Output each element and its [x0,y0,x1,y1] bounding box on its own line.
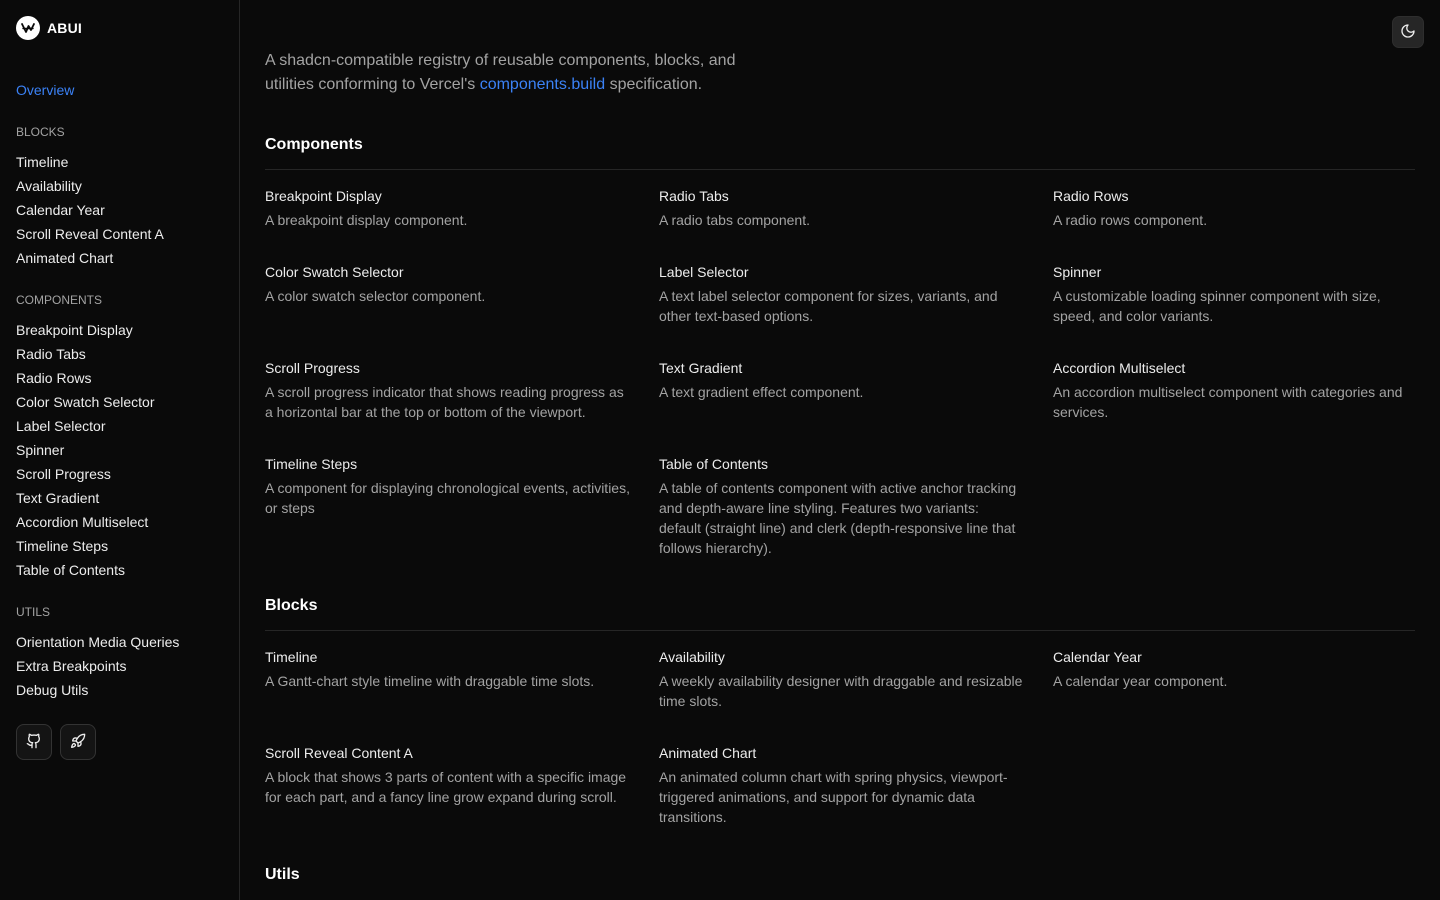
nav-item-scroll-progress[interactable]: Scroll Progress [16,462,155,486]
card-description: A radio rows component. [1053,212,1208,228]
card-title: Radio Tabs [659,188,729,204]
nav-item-spinner[interactable]: Spinner [16,438,155,462]
card-title: Accordion Multiselect [1053,360,1186,376]
card-description: A breakpoint display component. [265,212,468,228]
nav-item-calendar-year[interactable]: Calendar Year [16,198,164,222]
nav-item-text-gradient[interactable]: Text Gradient [16,486,155,510]
nav-overview[interactable]: Overview [16,81,74,99]
section-title-blocks: Blocks [265,597,318,614]
nav-item-label-selector[interactable]: Label Selector [16,414,155,438]
nav-heading-components: COMPONENTS [16,293,103,307]
theme-toggle-button[interactable] [1392,16,1424,48]
nav-item-breakpoint-display[interactable]: Breakpoint Display [16,318,155,342]
card-title: Availability [659,649,725,665]
nav-item-animated-chart[interactable]: Animated Chart [16,246,164,270]
card-description: A block that shows 3 parts of content wi… [265,769,627,805]
nav-list-components: Breakpoint Display Radio Tabs Radio Rows… [16,318,155,582]
card-color-swatch-selector[interactable]: Color Swatch Selector A color swatch sel… [265,262,630,306]
card-timeline-steps[interactable]: Timeline Steps A component for displayin… [265,454,630,518]
section-title-utils: Utils [265,866,300,883]
card-title: Breakpoint Display [265,188,382,204]
rocket-button[interactable] [60,724,96,760]
card-title: Table of Contents [659,456,768,472]
card-calendar-year[interactable]: Calendar Year A calendar year component. [1053,647,1418,691]
nav-item-accordion-multiselect[interactable]: Accordion Multiselect [16,510,155,534]
card-radio-tabs[interactable]: Radio Tabs A radio tabs component. [659,186,1024,230]
section-title-components: Components [265,136,363,153]
card-timeline[interactable]: Timeline A Gantt-chart style timeline wi… [265,647,630,691]
components-build-link[interactable]: components.build [480,76,605,93]
card-radio-rows[interactable]: Radio Rows A radio rows component. [1053,186,1418,230]
card-title: Animated Chart [659,745,757,761]
card-text-gradient[interactable]: Text Gradient A text gradient effect com… [659,358,1024,402]
nav-item-color-swatch-selector[interactable]: Color Swatch Selector [16,390,155,414]
nav-item-radio-rows[interactable]: Radio Rows [16,366,155,390]
card-title: Text Gradient [659,360,743,376]
nav-heading-utils: UTILS [16,605,51,619]
card-animated-chart[interactable]: Animated Chart An animated column chart … [659,743,1024,827]
card-description: A table of contents component with activ… [659,480,1017,556]
nav-item-radio-tabs[interactable]: Radio Tabs [16,342,155,366]
sidebar: ABUI Overview BLOCKS Timeline Availabili… [0,0,240,900]
card-accordion-multiselect[interactable]: Accordion Multiselect An accordion multi… [1053,358,1418,422]
moon-icon [1400,23,1416,42]
card-description: A component for displaying chronological… [265,480,630,516]
brand-name: ABUI [47,20,83,36]
card-title: Label Selector [659,264,749,280]
card-title: Scroll Reveal Content A [265,745,413,761]
card-title: Radio Rows [1053,188,1129,204]
nav-item-timeline[interactable]: Timeline [16,150,164,174]
card-title: Timeline Steps [265,456,358,472]
card-description: A color swatch selector component. [265,288,486,304]
card-title: Calendar Year [1053,649,1142,665]
card-description: A text gradient effect component. [659,384,864,400]
card-title: Timeline [265,649,318,665]
intro-text-after: specification. [605,76,703,93]
nav-item-scroll-reveal-content-a[interactable]: Scroll Reveal Content A [16,222,164,246]
card-breakpoint-display[interactable]: Breakpoint Display A breakpoint display … [265,186,630,230]
card-description: An animated column chart with spring phy… [659,769,1008,825]
nav-item-orientation-media-queries[interactable]: Orientation Media Queries [16,630,179,654]
nav-list-blocks: Timeline Availability Calendar Year Scro… [16,150,164,270]
intro-text: A shadcn-compatible registry of reusable… [265,49,785,97]
nav-item-timeline-steps[interactable]: Timeline Steps [16,534,155,558]
card-description: An accordion multiselect component with … [1053,384,1403,420]
nav-item-table-of-contents[interactable]: Table of Contents [16,558,155,582]
card-spinner[interactable]: Spinner A customizable loading spinner c… [1053,262,1418,326]
card-description: A weekly availability designer with drag… [659,673,1023,709]
nav-item-availability[interactable]: Availability [16,174,164,198]
nav-item-debug-utils[interactable]: Debug Utils [16,678,179,702]
github-icon [26,733,42,752]
brand[interactable]: ABUI [16,16,82,40]
card-description: A text label selector component for size… [659,288,998,324]
card-description: A customizable loading spinner component… [1053,288,1381,324]
nav-heading-blocks: BLOCKS [16,125,65,139]
card-description: A radio tabs component. [659,212,810,228]
card-label-selector[interactable]: Label Selector A text label selector com… [659,262,1024,326]
card-title: Color Swatch Selector [265,264,404,280]
card-description: A scroll progress indicator that shows r… [265,384,624,420]
section-divider [265,630,1415,631]
section-divider [265,169,1415,170]
rocket-icon [70,733,86,752]
card-availability[interactable]: Availability A weekly availability desig… [659,647,1024,711]
card-title: Spinner [1053,264,1102,280]
logo-icon [16,16,40,40]
nav-list-utils: Orientation Media Queries Extra Breakpoi… [16,630,179,702]
card-description: A calendar year component. [1053,673,1228,689]
card-table-of-contents[interactable]: Table of Contents A table of contents co… [659,454,1024,558]
card-title: Scroll Progress [265,360,360,376]
nav-item-extra-breakpoints[interactable]: Extra Breakpoints [16,654,179,678]
card-scroll-progress[interactable]: Scroll Progress A scroll progress indica… [265,358,630,422]
card-scroll-reveal-content-a[interactable]: Scroll Reveal Content A A block that sho… [265,743,630,807]
card-description: A Gantt-chart style timeline with dragga… [265,673,595,689]
github-button[interactable] [16,724,52,760]
